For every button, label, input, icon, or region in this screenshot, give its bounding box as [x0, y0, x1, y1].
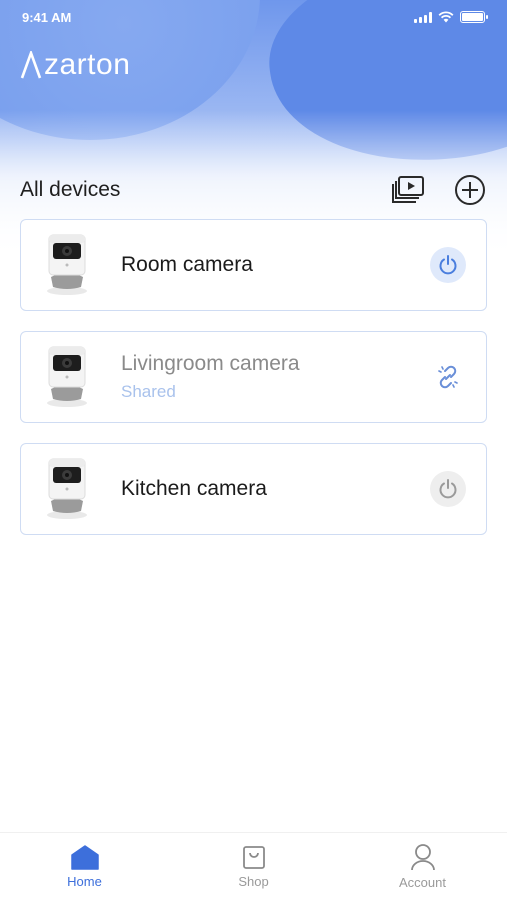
- shared-label: Shared: [121, 382, 176, 401]
- device-text: Room camera: [121, 253, 430, 277]
- device-text: Livingroom camera Shared: [121, 352, 430, 402]
- section-header: All devices: [20, 170, 487, 210]
- plus-circle-icon: [455, 175, 485, 205]
- device-name: Kitchen camera: [121, 477, 267, 500]
- device-text: Kitchen camera: [121, 477, 430, 501]
- tab-label: Home: [67, 874, 102, 889]
- device-card-livingroom-camera[interactable]: Livingroom camera Shared: [20, 331, 487, 423]
- power-icon: [439, 255, 457, 275]
- bottom-tab-bar: Home Shop Account: [0, 832, 507, 900]
- status-time: 9:41 AM: [22, 9, 72, 25]
- tab-shop[interactable]: Shop: [194, 844, 314, 889]
- brand-mark-icon: [20, 51, 42, 79]
- home-icon: [70, 845, 99, 870]
- tab-label: Shop: [238, 874, 269, 889]
- header-actions: [391, 173, 487, 207]
- broken-link-icon: [438, 365, 458, 389]
- power-icon: [439, 479, 457, 499]
- status-bar: 9:41 AM: [0, 0, 507, 34]
- brand-logo: zarton: [20, 48, 130, 82]
- cellular-signal-icon: [414, 11, 432, 23]
- media-gallery-icon: [392, 176, 424, 203]
- add-device-button[interactable]: [453, 173, 487, 207]
- tab-home[interactable]: Home: [25, 844, 145, 889]
- camera-thumbnail-icon: [47, 234, 87, 295]
- shopping-bag-icon: [242, 846, 265, 869]
- camera-thumbnail-icon: [47, 346, 87, 407]
- tab-label: Account: [399, 875, 446, 890]
- user-icon: [410, 844, 435, 871]
- tab-account[interactable]: Account: [363, 843, 483, 890]
- device-card-kitchen-camera[interactable]: Kitchen camera: [20, 443, 487, 535]
- power-button[interactable]: [430, 471, 466, 507]
- device-name: Livingroom camera: [121, 352, 300, 375]
- status-icons: [414, 11, 488, 23]
- battery-icon: [460, 11, 488, 23]
- device-name: Room camera: [121, 253, 253, 276]
- wifi-icon: [438, 11, 454, 23]
- section-title: All devices: [20, 178, 121, 201]
- power-button[interactable]: [430, 247, 466, 283]
- brand-name: zarton: [44, 48, 131, 81]
- device-card-room-camera[interactable]: Room camera: [20, 219, 487, 311]
- camera-thumbnail-icon: [47, 458, 87, 519]
- shared-link-button[interactable]: [430, 359, 466, 395]
- device-list: Room camera Livingroom camera Shared Kit…: [20, 219, 487, 555]
- media-gallery-button[interactable]: [391, 173, 425, 207]
